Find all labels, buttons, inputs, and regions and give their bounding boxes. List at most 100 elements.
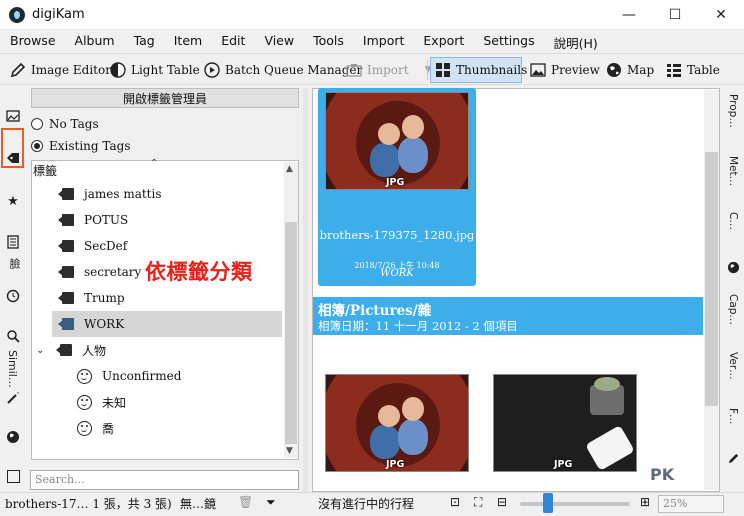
- tag-row[interactable]: POTUS: [52, 207, 282, 233]
- tools-tab-pencil-icon[interactable]: [725, 450, 741, 466]
- sort-ascending-icon[interactable]: ⌃: [150, 158, 158, 169]
- chevron-down-icon[interactable]: ⌄: [36, 345, 50, 356]
- captions-tab[interactable]: Cap…: [727, 294, 739, 325]
- person-row[interactable]: 未知: [77, 389, 277, 415]
- preview-button[interactable]: Preview: [526, 57, 600, 83]
- fuzzy-search-wand-icon[interactable]: [5, 390, 21, 406]
- search-tab-icon[interactable]: [5, 328, 21, 344]
- tag-row-people[interactable]: ⌄ 人物: [36, 337, 276, 363]
- tag-icon: [58, 214, 74, 226]
- menu-import[interactable]: Import: [353, 30, 414, 52]
- map-search-globe-icon[interactable]: [5, 429, 21, 445]
- zoom-slider-track[interactable]: [520, 502, 630, 506]
- tag-tree-scroll-thumb[interactable]: [285, 222, 297, 444]
- geolocation-tab-globe-icon[interactable]: [725, 259, 741, 275]
- tag-icon: [58, 318, 74, 330]
- tag-row-selected[interactable]: WORK: [52, 311, 282, 337]
- preview-label: Preview: [551, 63, 600, 77]
- thumbnail-tag: WORK: [380, 268, 414, 279]
- scroll-up-arrow-icon[interactable]: ▲: [286, 164, 293, 174]
- panel-splitter[interactable]: [303, 88, 308, 492]
- zoom-fit-icon[interactable]: ⊡: [450, 495, 460, 509]
- watermark-logo: PK: [650, 465, 675, 484]
- person-label: 未知: [102, 395, 127, 410]
- main-toolbar: Image Editor Light Table Batch Queue Man…: [0, 53, 744, 85]
- thumbnail-scroll-thumb[interactable]: [705, 152, 718, 406]
- close-button[interactable]: ✕: [698, 0, 744, 30]
- menu-edit[interactable]: Edit: [211, 30, 254, 52]
- person-row[interactable]: 喬: [77, 415, 277, 441]
- existing-tags-option[interactable]: Existing Tags: [31, 137, 130, 155]
- dates-tab-icon[interactable]: [5, 234, 21, 250]
- menu-view[interactable]: View: [254, 30, 303, 52]
- person-label: Unconfirmed: [102, 369, 182, 383]
- menu-item[interactable]: Item: [164, 30, 211, 52]
- tag-label: james mattis: [84, 187, 162, 201]
- smiley-face-icon: [77, 420, 92, 436]
- thumbnails-label: Thumbnails: [456, 63, 528, 77]
- tag-tree-header[interactable]: 標籤: [33, 162, 57, 179]
- thumbnail-filename: brothers-179375_1280.jpg: [319, 228, 475, 242]
- scroll-down-arrow-icon[interactable]: ▼: [286, 446, 293, 456]
- albums-tab-icon[interactable]: [5, 108, 21, 124]
- colors-tab[interactable]: C…: [727, 212, 739, 230]
- image-editor-button[interactable]: Image Editor: [6, 57, 111, 83]
- import-button[interactable]: Import ▼: [342, 57, 432, 83]
- thumbnails-button[interactable]: Thumbnails: [430, 57, 527, 83]
- open-tag-manager-button[interactable]: 開啟標籤管理員: [31, 88, 299, 108]
- versions-tab[interactable]: Ver…: [727, 352, 739, 380]
- timeline-tab-icon[interactable]: [5, 288, 21, 304]
- filters-tab[interactable]: F…: [727, 408, 739, 425]
- tag-icon: [58, 240, 74, 252]
- zoom-level-field[interactable]: 25%: [658, 495, 724, 513]
- tags-tab-icon[interactable]: [5, 150, 21, 166]
- table-icon: [666, 62, 682, 78]
- menu-album[interactable]: Album: [65, 30, 124, 52]
- thumbnail-image[interactable]: JPG: [325, 92, 469, 190]
- globe-icon: [606, 62, 622, 78]
- zoom-in-icon[interactable]: ⊞: [640, 495, 650, 509]
- thumbnail-image[interactable]: JPG: [325, 374, 469, 472]
- tag-row[interactable]: Trump: [52, 285, 282, 311]
- zoom-slider-handle[interactable]: [543, 493, 553, 513]
- menu-export[interactable]: Export: [413, 30, 473, 52]
- menu-help[interactable]: 說明(H): [544, 30, 607, 52]
- tag-label: SecDef: [84, 239, 128, 253]
- map-button[interactable]: Map: [602, 57, 654, 83]
- tag-row[interactable]: james mattis: [52, 181, 282, 207]
- menu-tools[interactable]: Tools: [303, 30, 353, 52]
- no-tags-option[interactable]: No Tags: [31, 115, 99, 133]
- batch-queue-button[interactable]: Batch Queue Manager: [200, 57, 362, 83]
- maximize-button[interactable]: ☐: [652, 0, 698, 30]
- menu-tag[interactable]: Tag: [124, 30, 164, 52]
- import-label: Import: [367, 63, 409, 77]
- labels-tab-star-icon[interactable]: ★: [5, 193, 21, 209]
- existing-tags-radio[interactable]: [31, 140, 43, 152]
- tag-icon: [56, 344, 72, 356]
- tag-search-input[interactable]: Search...: [30, 470, 299, 490]
- light-table-icon: [110, 62, 126, 78]
- thumbnail-image[interactable]: JPG: [493, 374, 637, 472]
- light-table-button[interactable]: Light Table: [106, 57, 200, 83]
- trash-icon[interactable]: 🗑: [238, 495, 253, 509]
- similarity-tab-label[interactable]: Simil…: [6, 350, 19, 388]
- file-type-badge: JPG: [386, 459, 405, 470]
- minimize-button[interactable]: —: [606, 0, 652, 30]
- person-row[interactable]: Unconfirmed: [77, 363, 277, 389]
- zoom-100-icon[interactable]: ⛶: [474, 495, 482, 510]
- metadata-tab[interactable]: Met…: [727, 156, 739, 186]
- menu-browse[interactable]: Browse: [0, 30, 65, 52]
- map-label: Map: [627, 63, 655, 77]
- filter-funnel-icon[interactable]: ⏷: [266, 495, 276, 510]
- properties-tab[interactable]: Prop…: [727, 94, 739, 128]
- status-filter: 無…鏡: [180, 497, 217, 511]
- menu-settings[interactable]: Settings: [473, 30, 543, 52]
- tag-label: POTUS: [84, 213, 129, 227]
- no-tags-radio[interactable]: [31, 118, 43, 130]
- people-tab-label[interactable]: 臉: [6, 258, 22, 269]
- grid-icon: [435, 62, 451, 78]
- table-button[interactable]: Table: [662, 57, 720, 83]
- zoom-out-icon[interactable]: ⊟: [497, 495, 507, 509]
- face-detect-icon[interactable]: [7, 470, 20, 483]
- right-sidebar-tabs: [722, 88, 744, 492]
